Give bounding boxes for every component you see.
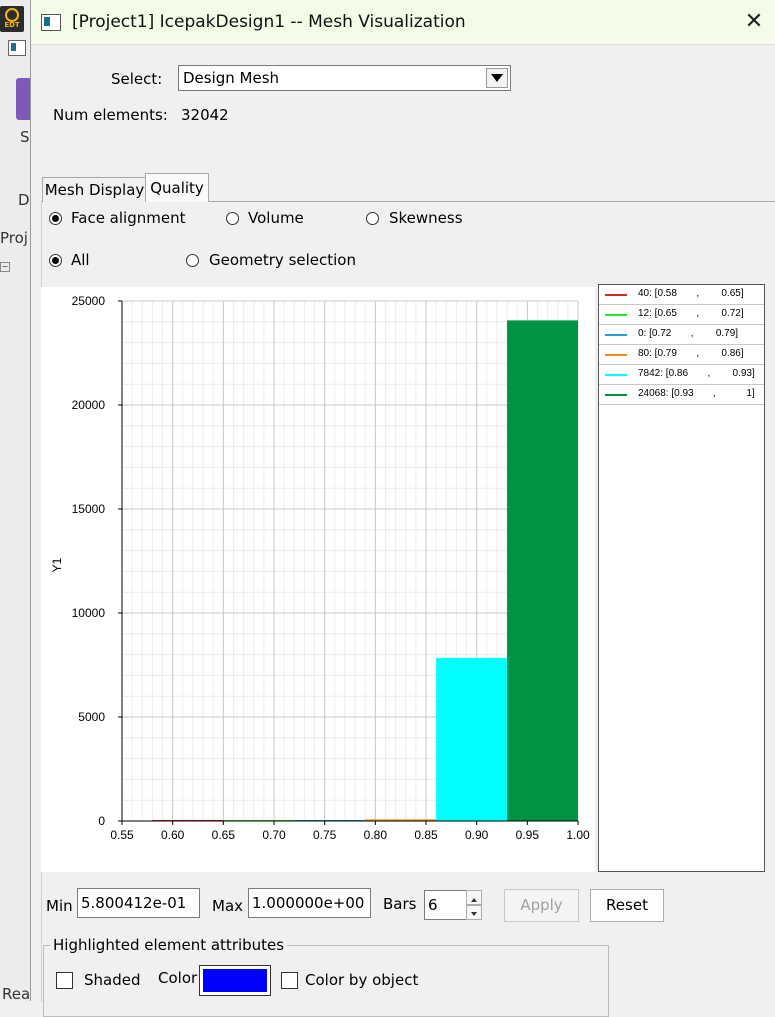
x-tick-label: 0.80 [364,828,388,842]
num-elements-value: 32042 [181,106,229,124]
spin-up-icon[interactable] [466,890,482,905]
max-label: Max [212,897,244,915]
max-value-input[interactable]: 1.000000e+00 [248,888,371,918]
bg-text-fragment: D [18,191,30,209]
scope-all-radio[interactable] [49,254,62,267]
legend-swatch [605,294,627,296]
x-tick-label: 0.65 [212,828,236,842]
legend-entry: 24068: [0.93 , 1] [599,385,764,405]
x-tick-label: 0.60 [161,828,185,842]
shaded-checkbox[interactable] [56,972,73,989]
histogram-plot[interactable]: 0.55 0.60 0.65 0.70 0.75 0.80 0.85 0.90 0.95 1.00… [41,287,595,872]
mesh-select-dropdown[interactable]: Design Mesh [178,65,511,91]
legend-entry: 0: [0.72 , 0.79] [599,325,764,345]
y-tick-label: 25000 [72,294,106,308]
select-label: Select: [111,70,163,88]
x-tick-label: 0.75 [313,828,337,842]
spin-down-icon[interactable] [466,905,482,920]
skewness-label[interactable]: Skewness [389,209,463,227]
legend-entry: 40: [0.58 , 0.65] [599,285,764,305]
color-label: Color [158,969,198,987]
apply-button[interactable]: Apply [504,889,579,922]
y-tick-label: 0 [98,814,105,828]
histogram-bar [507,320,578,821]
bars-count-input[interactable]: 6 [424,890,467,920]
volume-radio[interactable] [226,212,239,225]
y-axis-label: Y1 [50,557,64,572]
legend-swatch [605,394,627,396]
bars-spinner[interactable] [466,890,482,920]
num-elements-label: Num elements: [53,106,168,124]
histogram-chart: 0.55 0.60 0.65 0.70 0.75 0.80 0.85 0.90 0.95 1.00… [50,294,590,842]
tree-expand-icon[interactable]: − [0,262,10,272]
shaded-label[interactable]: Shaded [84,971,141,989]
geometry-selection-radio[interactable] [186,254,199,267]
legend-label: 12: [0.65 , 0.72] [638,308,744,319]
x-tick-label: 0.95 [516,828,540,842]
y-tick-label: 20000 [72,398,106,412]
legend-swatch [605,374,627,376]
bars-label: Bars [383,895,417,913]
legend-entry: 80: [0.79 , 0.86] [599,345,764,365]
color-by-object-label[interactable]: Color by object [305,971,418,989]
legend-swatch [605,314,627,316]
x-tick-label: 0.55 [110,828,134,842]
chart-legend: 40: [0.58 , 0.65] 12: [0.65 , 0.72] 0: [0.… [598,284,765,872]
color-swatch [203,969,267,992]
legend-swatch [605,354,627,356]
legend-label: 80: [0.79 , 0.86] [638,348,744,359]
legend-entry: 7842: [0.86 , 0.93] [599,365,764,385]
geometry-selection-label[interactable]: Geometry selection [209,251,356,269]
background-app-strip: EDT S D Proj − Rea [0,0,31,1003]
app-logo-icon: EDT [0,6,24,32]
tab-mesh-display[interactable]: Mesh Display [42,177,147,202]
window-icon [41,14,61,31]
color-by-object-checkbox[interactable] [281,972,298,989]
face-alignment-label[interactable]: Face alignment [71,209,185,227]
select-value: Design Mesh [183,69,280,87]
chevron-down-icon[interactable] [486,68,508,88]
legend-label: 0: [0.72 , 0.79] [638,328,739,339]
min-label: Min [46,897,73,915]
ribbon-icon [16,78,30,120]
legend-label: 7842: [0.86 , 0.93] [638,368,755,379]
bg-text-fragment: Rea [2,985,31,1003]
title-bar[interactable]: [Project1] IcepakDesign1 -- Mesh Visuali… [31,0,775,45]
x-tick-label: 0.85 [414,828,438,842]
tab-quality[interactable]: Quality [145,173,209,202]
bg-text-fragment: Proj [0,229,28,247]
reset-button[interactable]: Reset [590,889,664,922]
y-tick-label: 15000 [72,502,106,516]
legend-entry: 12: [0.65 , 0.72] [599,305,764,325]
legend-label: 24068: [0.93 , 1] [638,388,755,399]
window-title: [Project1] IcepakDesign1 -- Mesh Visuali… [72,12,466,32]
scope-all-label[interactable]: All [71,251,90,269]
x-tick-label: 0.70 [262,828,286,842]
legend-swatch [605,334,627,336]
close-button[interactable]: ✕ [732,0,775,44]
face-alignment-radio[interactable] [49,212,62,225]
y-tick-label: 5000 [78,710,105,724]
x-tick-label: 1.00 [566,828,590,842]
bg-text-fragment: S [20,128,30,146]
x-tick-label: 0.90 [465,828,489,842]
skewness-radio[interactable] [366,212,379,225]
histogram-bar [436,657,508,821]
volume-label[interactable]: Volume [248,209,304,227]
highlight-group-title: Highlighted element attributes [50,936,288,954]
min-value-input[interactable]: 5.800412e-01 [77,888,200,918]
legend-label: 40: [0.58 , 0.65] [638,288,744,299]
highlight-color-button[interactable] [199,965,271,996]
y-tick-label: 10000 [72,606,106,620]
window-icon [8,40,26,56]
